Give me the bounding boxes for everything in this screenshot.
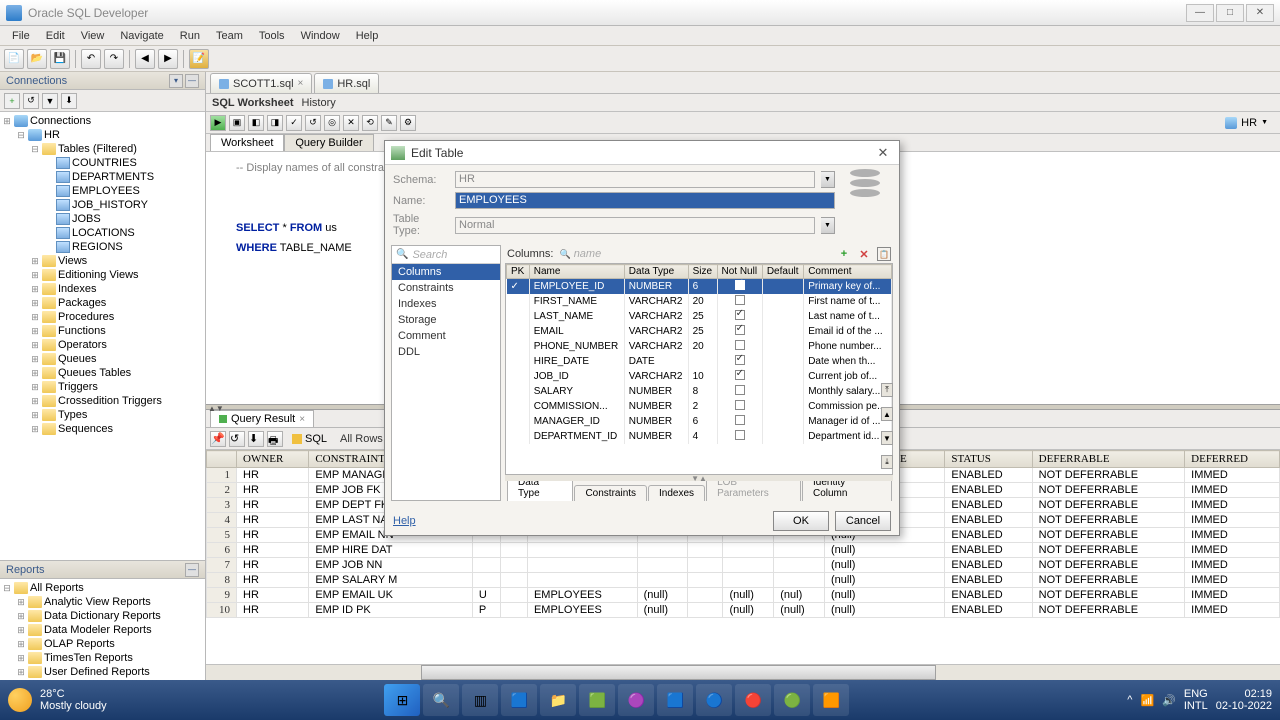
clock-time[interactable]: 02:19 [1244,688,1272,700]
condition: Mostly cloudy [40,700,107,712]
weather-widget[interactable]: 28°C Mostly cloudy [8,688,107,712]
app-icon[interactable]: 🟦 [657,684,693,716]
columns-label: Columns: [507,248,553,260]
app-icon[interactable]: 📁 [540,684,576,716]
tray-chevron-icon[interactable]: ^ [1127,694,1132,706]
cat-columns[interactable]: Columns [392,264,500,280]
app-icon[interactable]: 🟧 [813,684,849,716]
start-button[interactable]: ⊞ [384,684,420,716]
dialog-splitter[interactable]: ▼▲ [505,475,893,481]
move-down-button[interactable]: ▼ [881,431,893,445]
move-up-button[interactable]: ▲ [881,407,893,421]
volume-icon[interactable]: 🔊 [1162,694,1176,707]
wifi-icon[interactable]: 📶 [1140,694,1154,707]
dialog-title: Edit Table [411,146,873,160]
dropdown-icon[interactable]: ▼ [821,217,835,234]
app-icon[interactable]: 🟢 [774,684,810,716]
dialog-titlebar[interactable]: Edit Table ✕ [385,141,899,165]
category-panel: 🔍 Search Columns Constraints Indexes Sto… [391,245,501,501]
cat-indexes[interactable]: Indexes [392,296,500,312]
app-icon[interactable]: 🔵 [696,684,732,716]
database-icon [847,169,883,205]
cat-ddl[interactable]: DDL [392,344,500,360]
schema-label: Schema: [393,174,449,186]
remove-column-button[interactable]: ✕ [857,247,871,261]
search-icon: 🔍 [559,249,570,260]
cat-constraints[interactable]: Constraints [392,280,500,296]
ok-button[interactable]: OK [773,511,829,531]
app-icon[interactable]: 🟩 [579,684,615,716]
search-button[interactable]: 🔍 [423,684,459,716]
copy-column-button[interactable]: 📋 [877,247,891,261]
app-icon[interactable]: 🟣 [618,684,654,716]
dialog-close-button[interactable]: ✕ [873,144,893,162]
dropdown-icon[interactable]: ▼ [821,171,835,188]
move-top-button[interactable]: ⤒ [881,383,893,397]
tab-indexes[interactable]: Indexes [648,485,705,501]
language[interactable]: ENG [1184,688,1208,700]
clock-date: 02-10-2022 [1216,700,1272,712]
app-icon[interactable]: 🔴 [735,684,771,716]
column-detail-tabs: Data Type Constraints Indexes LOB Parame… [505,481,893,501]
name-label: Name: [393,195,449,207]
temperature: 28°C [40,688,107,700]
search-icon: 🔍 [396,249,408,260]
taskview-button[interactable]: ▥ [462,684,498,716]
sun-icon [8,688,32,712]
app-icon[interactable]: 🟦 [501,684,537,716]
type-label: Table Type: [393,213,449,237]
category-search[interactable]: 🔍 Search [392,246,500,264]
type-field[interactable]: Normal [455,217,815,234]
help-link[interactable]: Help [393,515,416,527]
move-bottom-button[interactable]: ⤓ [881,455,893,469]
cancel-button[interactable]: Cancel [835,511,891,531]
table-icon [391,146,405,160]
keyboard: INTL [1184,700,1208,712]
cat-storage[interactable]: Storage [392,312,500,328]
tab-constraints[interactable]: Constraints [574,485,647,501]
add-column-button[interactable]: + [837,247,851,261]
schema-field[interactable]: HR [455,171,815,188]
dialog-footer: Help OK Cancel [385,507,899,535]
cat-comment[interactable]: Comment [392,328,500,344]
edit-table-dialog: Edit Table ✕ Schema: HR ▼ Name: EMPLOYEE… [384,140,900,536]
system-tray[interactable]: ^ 📶 🔊 ENGINTL 02:1902-10-2022 [1127,688,1272,712]
name-field[interactable]: EMPLOYEES [455,192,835,209]
columns-table[interactable]: PKNameData TypeSizeNot NullDefaultCommen… [505,263,893,475]
windows-taskbar[interactable]: 28°C Mostly cloudy ⊞ 🔍 ▥ 🟦 📁 🟩 🟣 🟦 🔵 🔴 🟢… [0,680,1280,720]
